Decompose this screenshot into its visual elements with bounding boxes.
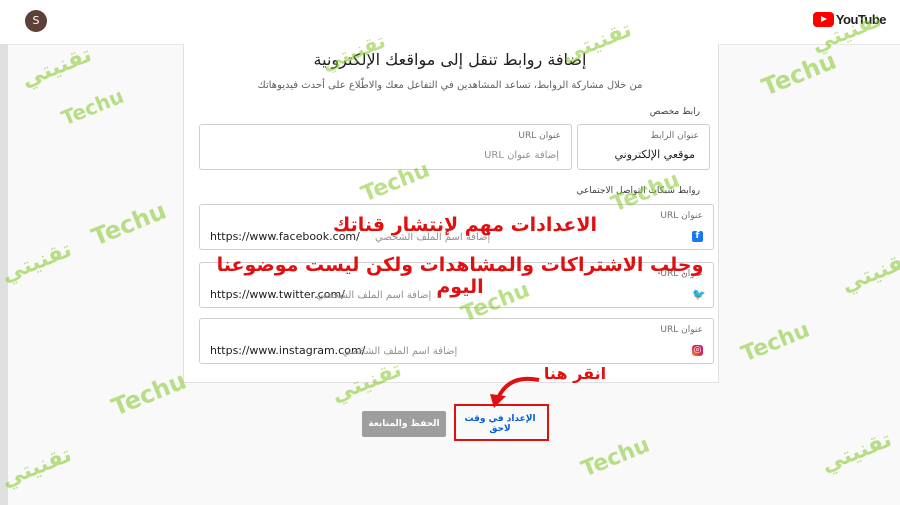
instagram-url-label: عنوان URL: [660, 325, 703, 335]
watermark-latin: Techu: [87, 196, 171, 252]
youtube-play-icon: [812, 12, 834, 27]
account-avatar[interactable]: S: [25, 10, 47, 32]
top-bar: S YouTube: [0, 0, 900, 45]
custom-link-section-label: رابط مخصص: [649, 107, 700, 117]
link-url-label: عنوان URL: [518, 131, 561, 141]
save-and-continue-button[interactable]: الحفظ والمتابعة: [362, 411, 446, 437]
left-scrollbar[interactable]: [0, 44, 8, 505]
link-url-field[interactable]: عنوان URL إضافة عنوان URL: [199, 124, 572, 170]
instagram-profile-placeholder: إضافة اسم الملف الشخصي: [342, 346, 458, 357]
annotation-line-2: وجلب الاشتراكات والمشاهدات ولكن ليست موض…: [216, 254, 704, 298]
watermark-latin: Techu: [107, 366, 191, 422]
watermark-latin: Techu: [577, 432, 654, 483]
link-title-value: موقعي الإلكتروني: [614, 148, 696, 161]
youtube-wordmark: YouTube: [835, 12, 887, 27]
watermark-arabic: تقنيتي: [0, 237, 76, 288]
instagram-icon: ◎: [692, 345, 703, 356]
instagram-url-field[interactable]: عنوان URL https://www.instagram.com/ إضا…: [199, 318, 714, 364]
watermark-arabic: تقنيتي: [0, 442, 76, 493]
facebook-icon: f: [692, 231, 703, 242]
facebook-url-label: عنوان URL: [660, 211, 703, 221]
watermark-latin: Techu: [737, 317, 814, 368]
social-links-section-label: روابط شبكات التواصل الاجتماعي: [576, 186, 700, 196]
page-title: إضافة روابط تنقل إلى مواقعك الإلكترونية: [313, 50, 587, 69]
link-title-field[interactable]: عنوان الرابط موقعي الإلكتروني: [577, 124, 710, 170]
youtube-logo[interactable]: YouTube: [812, 12, 887, 27]
annotation-click-here: انقر هنا: [543, 364, 607, 383]
watermark-arabic: تقنيتي: [817, 427, 896, 478]
page-subtitle: من خلال مشاركة الروابط، تساعد المشاهدين …: [257, 80, 643, 91]
watermark-arabic: تقنيتي: [837, 247, 900, 298]
link-title-label: عنوان الرابط: [650, 131, 699, 141]
annotation-line-1: الاعدادات مهم لإنتشار قناتك: [332, 214, 598, 236]
link-url-placeholder: إضافة عنوان URL: [484, 150, 559, 161]
annotation-arrow-icon: [490, 376, 540, 408]
